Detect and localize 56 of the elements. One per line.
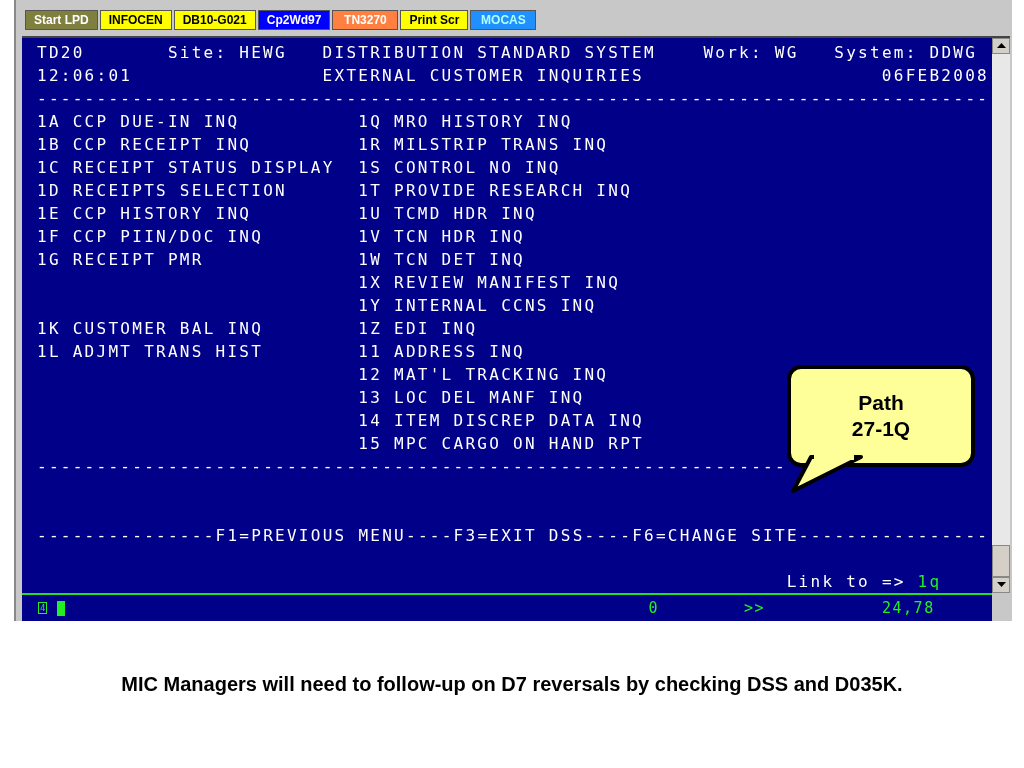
menu-option[interactable]: 1G RECEIPT PMR [37, 250, 204, 269]
menu-option[interactable]: 14 ITEM DISCREP DATA INQ [358, 411, 644, 430]
menu-option[interactable]: 1W TCN DET INQ [358, 250, 525, 269]
menu-option[interactable]: 1R MILSTRIP TRANS INQ [358, 135, 609, 154]
scroll-up-button[interactable] [992, 38, 1010, 54]
menu-option[interactable]: 1S CONTROL NO INQ [358, 158, 561, 177]
link-label: Link to => [786, 571, 906, 593]
menu-option[interactable]: 1X REVIEW MANIFEST INQ [358, 273, 621, 292]
menu-option[interactable]: 1A CCP DUE-IN INQ [37, 112, 240, 131]
toolbar-button[interactable]: DB10-G021 [173, 10, 256, 30]
menu-option[interactable]: 1Y INTERNAL CCNS INQ [358, 296, 597, 315]
menu-option[interactable]: 12 MAT'L TRACKING INQ [358, 365, 609, 384]
screen-id: TD20 [37, 42, 85, 64]
cursor-block-icon [57, 600, 66, 616]
scrollbar[interactable] [992, 36, 1010, 593]
function-key-line: ---------------F1=PREVIOUS MENU----F3=EXIT DSS----F6=CHANGE SITE---------------- [37, 525, 990, 547]
date-text: 06FEB2008 [881, 65, 989, 87]
menu-option[interactable]: 11 ADDRESS INQ [358, 342, 525, 361]
dashed-rule: --------------------------------------------------------------- [37, 456, 787, 478]
menu-option[interactable]: 1L ADJMT TRANS HIST [37, 342, 264, 361]
work-label: Work: WG [703, 42, 799, 64]
menu-option[interactable]: 1K CUSTOMER BAL INQ [37, 319, 264, 338]
menu-option[interactable]: 1Q MRO HISTORY INQ [358, 112, 573, 131]
toolbar-button[interactable]: Cp2Wd97 [257, 10, 331, 30]
menu-option[interactable]: 1E CCP HISTORY INQ [37, 204, 252, 223]
down-arrow-icon [996, 582, 1006, 588]
screen-title: EXTERNAL CUSTOMER INQUIRIES [322, 65, 644, 87]
up-arrow-icon [996, 43, 1006, 49]
menu-option[interactable]: 1T PROVIDE RESEARCH INQ [358, 181, 633, 200]
toolbar-button[interactable]: INFOCEN [99, 10, 172, 30]
time-text: 12:06:01 [37, 65, 133, 87]
menu-option[interactable]: 1C RECEIPT STATUS DISPLAY [37, 158, 335, 177]
toolbar-button[interactable]: Print Scr [400, 10, 469, 30]
menu-option[interactable]: 1V TCN HDR INQ [358, 227, 525, 246]
menu-option[interactable]: 13 LOC DEL MANF INQ [358, 388, 585, 407]
menu-option[interactable]: 1B CCP RECEIPT INQ [37, 135, 252, 154]
toolbar-button[interactable]: Start LPD [25, 10, 98, 30]
callout-text: Path [858, 390, 904, 416]
site-label: Site: HEWG [167, 42, 287, 64]
slide-caption: MIC Managers will need to follow-up on D7 reversals by checking DSS and D035K. [120, 673, 904, 696]
menu-option[interactable]: 1Z EDI INQ [358, 319, 478, 338]
menu-option[interactable]: 1U TCMD HDR INQ [358, 204, 537, 223]
system-label: System: DDWG [834, 42, 978, 64]
cursor-position: 24,78 [882, 599, 935, 617]
system-title: DISTRIBUTION STANDARD SYSTEM [322, 42, 656, 64]
scroll-down-button[interactable] [992, 577, 1010, 593]
menu-option[interactable]: 1F CCP PIIN/DOC INQ [37, 227, 264, 246]
link-field[interactable]: 1q [917, 570, 942, 593]
status-count: 0 [648, 599, 659, 617]
session-number: 4 [38, 602, 48, 614]
scroll-thumb[interactable] [992, 545, 1010, 577]
menu-option[interactable]: 15 MPC CARGO ON HAND RPT [358, 434, 644, 453]
status-arrows: >> [743, 599, 765, 617]
dashed-rule: -------------------------------------------------------------------------------- [37, 88, 990, 110]
callout-text: 27-1Q [851, 416, 911, 442]
menu-option[interactable]: 1D RECEIPTS SELECTION [37, 181, 287, 200]
